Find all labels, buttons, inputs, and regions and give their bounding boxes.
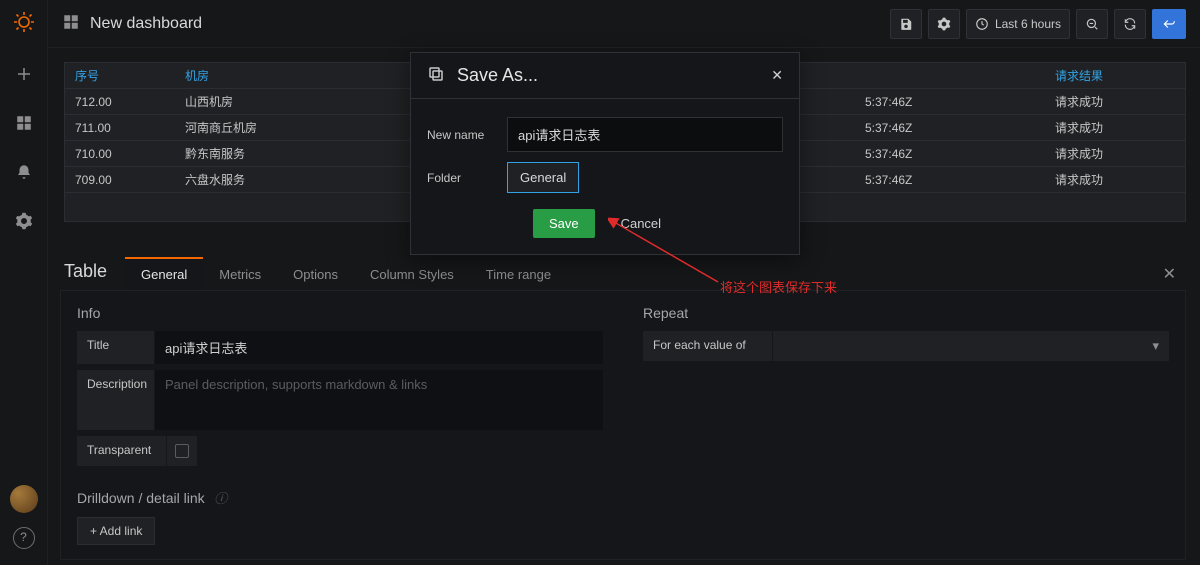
topbar: New dashboard Last 6 hours (48, 0, 1200, 48)
close-editor-icon[interactable]: ✕ (1153, 258, 1186, 290)
add-icon[interactable] (15, 65, 33, 86)
description-label: Description (77, 370, 155, 430)
save-as-modal: Save As... ✕ New name api请求日志表 Folder Ge… (410, 52, 800, 255)
transparent-label: Transparent (77, 436, 167, 466)
title-label: Title (77, 331, 155, 364)
transparent-checkbox[interactable] (167, 436, 197, 466)
tab-metrics[interactable]: Metrics (203, 259, 277, 290)
modal-title: Save As... (457, 65, 538, 86)
col-header-room[interactable]: 机房 (185, 67, 385, 84)
alerting-icon[interactable] (15, 163, 33, 184)
caret-down-icon: ▾ (1152, 338, 1159, 354)
repeat-select[interactable]: ▾ (773, 331, 1169, 361)
close-icon[interactable]: ✕ (771, 67, 783, 84)
dashboard-settings-button[interactable] (928, 9, 960, 39)
cancel-button[interactable]: Cancel (605, 209, 677, 238)
foreach-label: For each value of (643, 331, 773, 361)
grafana-logo-icon[interactable] (12, 10, 36, 37)
tab-options[interactable]: Options (277, 259, 354, 290)
title-input[interactable]: api请求日志表 (155, 331, 603, 364)
time-range-picker[interactable]: Last 6 hours (966, 9, 1070, 39)
time-range-label: Last 6 hours (995, 17, 1061, 31)
new-name-input[interactable]: api请求日志表 (507, 117, 783, 152)
settings-icon[interactable] (15, 212, 33, 233)
col-header-seq[interactable]: 序号 (75, 67, 185, 84)
tab-time-range[interactable]: Time range (470, 259, 567, 290)
panel-type-title: Table (60, 261, 125, 290)
page-title[interactable]: New dashboard (90, 15, 202, 33)
drilldown-heading: Drilldown / detail link (77, 490, 205, 506)
annotation-text: 将这个图表保存下来 (720, 277, 837, 296)
add-link-button[interactable]: + Add link (77, 517, 155, 545)
avatar[interactable] (10, 485, 38, 513)
panel-editor: Table General Metrics Options Column Sty… (60, 254, 1186, 565)
sidebar: ? (0, 0, 48, 565)
refresh-button[interactable] (1114, 9, 1146, 39)
back-button[interactable] (1152, 9, 1186, 39)
save-button[interactable]: Save (533, 209, 595, 238)
tab-column-styles[interactable]: Column Styles (354, 259, 470, 290)
repeat-heading: Repeat (643, 305, 1169, 321)
info-heading: Info (77, 305, 603, 321)
help-icon[interactable]: ? (13, 527, 35, 549)
zoom-out-button[interactable] (1076, 9, 1108, 39)
folder-select[interactable]: General (507, 162, 579, 193)
copy-icon (427, 65, 445, 86)
dashboards-icon[interactable] (15, 114, 33, 135)
dashboard-icon (62, 13, 80, 34)
description-input[interactable]: Panel description, supports markdown & l… (155, 370, 603, 430)
tab-general[interactable]: General (125, 257, 203, 290)
editor-tabs: Table General Metrics Options Column Sty… (60, 254, 1186, 290)
col-header-result[interactable]: 请求结果 (1055, 67, 1175, 84)
folder-label: Folder (427, 171, 507, 185)
save-dashboard-button[interactable] (890, 9, 922, 39)
help-icon[interactable]: ⓘ (214, 491, 227, 506)
new-name-label: New name (427, 128, 507, 142)
